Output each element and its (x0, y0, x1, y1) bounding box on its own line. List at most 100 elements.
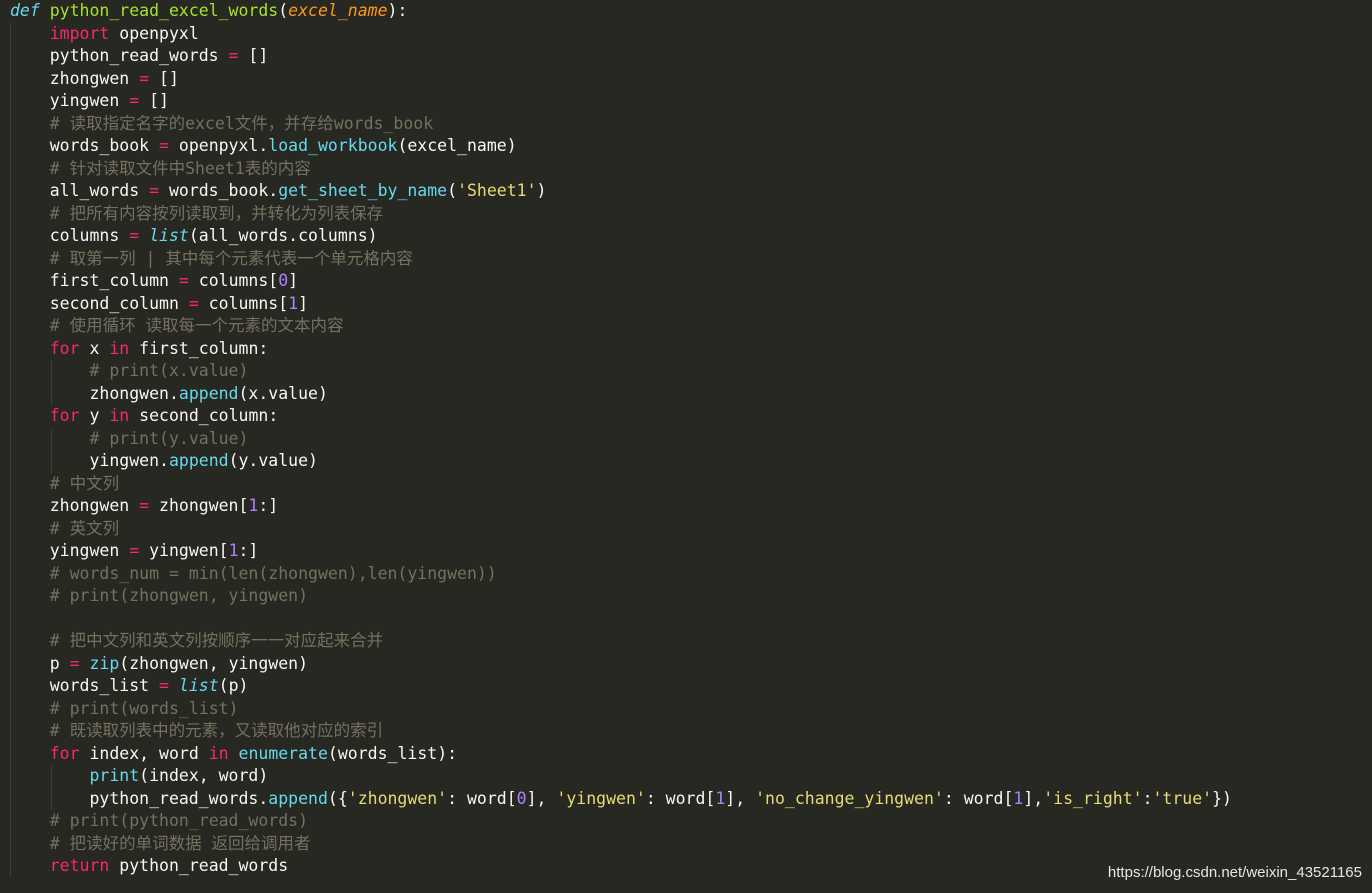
code-token: append (168, 451, 229, 470)
code-token: python_read_words (109, 856, 289, 875)
code-line[interactable]: # 读取指定名字的excel文件，并存给words_book (10, 113, 1372, 136)
code-token: # 取第一列 | 其中每个元素代表一个单元格内容 (49, 248, 413, 268)
code-token: for (49, 406, 80, 425)
code-token: 'yingwen' (556, 788, 646, 808)
code-token: 0 (516, 788, 527, 808)
code-token: import (49, 23, 110, 43)
code-token: list (178, 676, 219, 695)
code-line[interactable]: # 把所有内容按列读取到，并转化为列表保存 (10, 203, 1372, 226)
code-token: # 使用循环 读取每一个元素的文本内容 (49, 316, 344, 335)
code-line[interactable]: for index, word in enumerate(words_list)… (10, 743, 1372, 766)
code-token: (zhongwen, yingwen) (119, 653, 309, 673)
code-token: for (49, 338, 80, 358)
code-token: (index, word) (139, 766, 269, 785)
code-token: = (188, 293, 199, 313)
code-token: (all_words.columns) (188, 226, 378, 245)
code-token: yingwen. (10, 451, 169, 470)
code-token: zhongwen (10, 68, 140, 88)
code-token: in (208, 743, 229, 763)
code-line[interactable]: # 针对读取文件中Sheet1表的内容 (10, 158, 1372, 181)
code-editor[interactable]: def python_read_excel_words(excel_name):… (0, 0, 1372, 893)
code-token: }) (1212, 788, 1232, 808)
code-token: columns[ (188, 271, 279, 290)
code-token: python_read_excel_words (49, 1, 279, 20)
code-line[interactable]: def python_read_excel_words(excel_name): (10, 0, 1372, 23)
code-line[interactable] (10, 608, 1372, 631)
code-token: # words_num = min(len(zhongwen),len(ying… (49, 563, 497, 583)
code-token: : word[ (645, 788, 716, 808)
code-token: # print(y.value) (89, 428, 249, 448)
code-line[interactable]: words_list = list(p) (10, 675, 1372, 698)
code-token: columns (10, 226, 130, 245)
code-token: # print(zhongwen, yingwen) (49, 586, 309, 605)
code-token: openpyxl (109, 23, 199, 43)
code-token: zhongwen. (10, 383, 179, 403)
code-line[interactable]: words_book = openpyxl.load_workbook(exce… (10, 135, 1372, 158)
code-token: python_read_words. (10, 788, 269, 808)
code-token: for (49, 743, 80, 763)
code-line[interactable]: # 中文列 (10, 473, 1372, 496)
code-line[interactable]: p = zip(zhongwen, yingwen) (10, 653, 1372, 676)
code-line[interactable]: # print(python_read_words) (10, 810, 1372, 833)
code-token: list (149, 226, 189, 245)
code-line[interactable]: for x in first_column: (10, 338, 1372, 361)
code-line[interactable]: yingwen = yingwen[1:] (10, 540, 1372, 563)
code-line[interactable]: import openpyxl (10, 23, 1372, 46)
code-line[interactable]: zhongwen = [] (10, 68, 1372, 91)
code-token: [] (238, 46, 269, 65)
code-token: = (178, 271, 189, 290)
code-line[interactable]: python_read_words = [] (10, 45, 1372, 68)
code-line[interactable]: for y in second_column: (10, 405, 1372, 428)
code-line[interactable]: # 使用循环 读取每一个元素的文本内容 (10, 315, 1372, 338)
code-token: python_read_words (10, 46, 229, 65)
code-line[interactable]: columns = list(all_words.columns) (10, 225, 1372, 248)
code-token: # 把所有内容按列读取到，并转化为列表保存 (49, 203, 384, 223)
code-line[interactable]: # print(zhongwen, yingwen) (10, 585, 1372, 608)
code-token: # 读取指定名字的excel文件，并存给words_book (49, 113, 434, 133)
code-token: ({ (327, 788, 348, 808)
code-token: :] (258, 496, 279, 515)
code-token: = (139, 496, 150, 515)
code-line[interactable]: python_read_words.append({'zhongwen': wo… (10, 788, 1372, 811)
code-token: p (10, 653, 70, 673)
code-line[interactable]: print(index, word) (10, 765, 1372, 788)
code-token: # 把读好的单词数据 返回给调用者 (49, 833, 311, 853)
code-line[interactable]: # print(words_list) (10, 698, 1372, 721)
code-line[interactable]: first_column = columns[0] (10, 270, 1372, 293)
code-line[interactable]: # 取第一列 | 其中每个元素代表一个单元格内容 (10, 248, 1372, 271)
code-lines[interactable]: def python_read_excel_words(excel_name):… (10, 0, 1372, 878)
code-line[interactable]: # 既读取列表中的元素，又读取他对应的索引 (10, 720, 1372, 743)
code-token: print (89, 766, 140, 785)
code-token: first_column (10, 271, 179, 290)
code-token: 1 (288, 293, 299, 313)
code-token: = (69, 653, 80, 673)
code-line[interactable]: # print(y.value) (10, 428, 1372, 451)
code-line[interactable]: second_column = columns[1] (10, 293, 1372, 316)
code-token: 'is_right' (1043, 788, 1143, 808)
code-token: ( (278, 1, 289, 20)
code-line[interactable]: zhongwen = zhongwen[1:] (10, 495, 1372, 518)
code-line[interactable]: yingwen.append(y.value) (10, 450, 1372, 473)
code-line[interactable]: yingwen = [] (10, 90, 1372, 113)
code-line[interactable]: all_words = words_book.get_sheet_by_name… (10, 180, 1372, 203)
code-line[interactable]: # 把中文列和英文列按顺序一一对应起来合并 (10, 630, 1372, 653)
code-line[interactable]: zhongwen.append(x.value) (10, 383, 1372, 406)
code-token: 'Sheet1' (457, 181, 537, 200)
code-line[interactable]: # 把读好的单词数据 返回给调用者 (10, 833, 1372, 856)
code-line[interactable]: # 英文列 (10, 518, 1372, 541)
code-line[interactable]: # words_num = min(len(zhongwen),len(ying… (10, 563, 1372, 586)
code-line[interactable]: # print(x.value) (10, 360, 1372, 383)
